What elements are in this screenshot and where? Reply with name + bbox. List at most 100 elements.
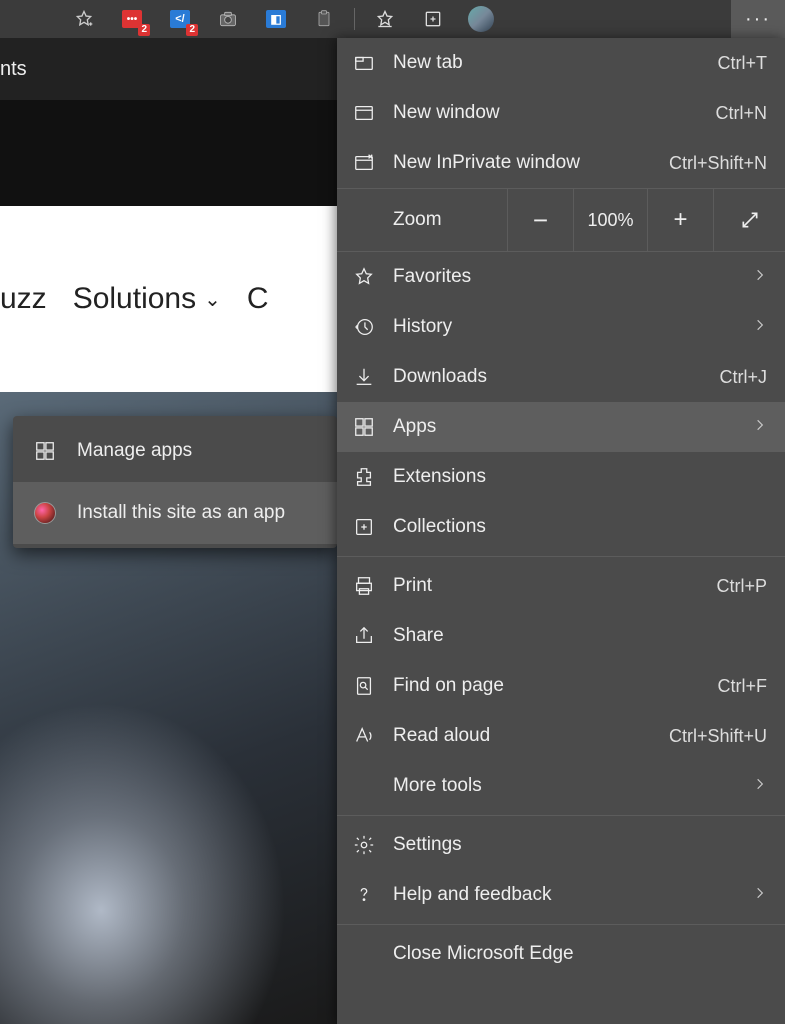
find-icon: [351, 673, 377, 699]
history-icon: [351, 314, 377, 340]
download-icon: [351, 364, 377, 390]
extension-panel-icon[interactable]: ◧: [252, 0, 300, 38]
star-icon: [351, 264, 377, 290]
menu-item-label: History: [393, 316, 753, 338]
menu-item-label: Settings: [393, 834, 767, 856]
menu-item-label: Extensions: [393, 466, 767, 488]
camera-icon[interactable]: [204, 0, 252, 38]
menu-item-label: Favorites: [393, 266, 753, 288]
history-item[interactable]: History: [337, 302, 785, 352]
apps-submenu: Manage apps Install this site as an app: [13, 416, 337, 548]
gear-icon: [351, 832, 377, 858]
menu-item-shortcut: Ctrl+Shift+N: [669, 153, 767, 174]
new-window-item[interactable]: New window Ctrl+N: [337, 88, 785, 138]
chevron-right-icon: [753, 416, 767, 438]
extension-code-icon[interactable]: </ 2: [156, 0, 204, 38]
settings-menu: New tab Ctrl+T New window Ctrl+N New InP…: [337, 38, 785, 1024]
apps-grid-icon: [31, 438, 59, 464]
menu-item-shortcut: Ctrl+F: [718, 676, 768, 697]
fullscreen-button[interactable]: [713, 189, 785, 251]
extensions-item[interactable]: Extensions: [337, 452, 785, 502]
menu-item-shortcut: Ctrl+Shift+U: [669, 726, 767, 747]
menu-item-label: Collections: [393, 516, 767, 538]
menu-item-label: Manage apps: [77, 440, 319, 462]
collections-icon[interactable]: [409, 0, 457, 38]
manage-apps-item[interactable]: Manage apps: [13, 420, 337, 482]
site-nav-bar: uzz Solutions ⌄ C: [0, 206, 337, 392]
downloads-item[interactable]: Downloads Ctrl+J: [337, 352, 785, 402]
zoom-in-button[interactable]: +: [647, 189, 713, 251]
page-header-text: nts: [0, 58, 27, 81]
menu-item-label: New tab: [393, 52, 718, 74]
share-item[interactable]: Share: [337, 611, 785, 661]
menu-item-label: New InPrivate window: [393, 152, 669, 174]
chevron-right-icon: [753, 775, 767, 797]
badge-count: 2: [138, 24, 150, 36]
favorites-item[interactable]: Favorites: [337, 252, 785, 302]
close-edge-item[interactable]: Close Microsoft Edge: [337, 929, 785, 979]
clipboard-icon[interactable]: [300, 0, 348, 38]
menu-item-shortcut: Ctrl+N: [715, 103, 767, 124]
zoom-value: 100%: [573, 189, 647, 251]
nav-item-uzz[interactable]: uzz: [0, 282, 47, 316]
menu-item-shortcut: Ctrl+P: [716, 576, 767, 597]
favorites-bar-icon[interactable]: [361, 0, 409, 38]
menu-item-label: More tools: [393, 775, 753, 797]
menu-item-label: Share: [393, 625, 767, 647]
menu-item-label: Print: [393, 575, 716, 597]
new-tab-icon: [351, 50, 377, 76]
toolbar-divider: [354, 8, 355, 30]
blank-icon: [351, 941, 377, 967]
site-favicon-icon: [31, 500, 59, 526]
menu-separator: [337, 815, 785, 816]
menu-separator: [337, 924, 785, 925]
favorite-star-icon[interactable]: [60, 0, 108, 38]
zoom-out-button[interactable]: −: [507, 189, 573, 251]
extension-lastpass-icon[interactable]: ••• 2: [108, 0, 156, 38]
share-icon: [351, 623, 377, 649]
menu-item-label: Close Microsoft Edge: [393, 943, 767, 965]
badge-count: 2: [186, 24, 198, 36]
install-site-app-item[interactable]: Install this site as an app: [13, 482, 337, 544]
menu-item-shortcut: Ctrl+J: [719, 367, 767, 388]
browser-toolbar: ••• 2 </ 2 ◧ ···: [0, 0, 785, 38]
new-inprivate-item[interactable]: New InPrivate window Ctrl+Shift+N: [337, 138, 785, 188]
help-icon: [351, 882, 377, 908]
collections-add-icon: [351, 514, 377, 540]
menu-separator: [337, 556, 785, 557]
read-aloud-icon: [351, 723, 377, 749]
zoom-label: Zoom: [337, 209, 507, 231]
blank-icon: [351, 773, 377, 799]
chevron-right-icon: [753, 316, 767, 338]
more-menu-button[interactable]: ···: [731, 0, 785, 38]
new-tab-item[interactable]: New tab Ctrl+T: [337, 38, 785, 88]
apps-icon: [351, 414, 377, 440]
zoom-row: Zoom − 100% +: [337, 188, 785, 252]
print-item[interactable]: Print Ctrl+P: [337, 561, 785, 611]
menu-item-label: Help and feedback: [393, 884, 753, 906]
nav-item-solutions[interactable]: Solutions ⌄: [73, 282, 221, 316]
menu-item-label: Read aloud: [393, 725, 669, 747]
menu-item-label: Downloads: [393, 366, 719, 388]
nav-item-c[interactable]: C: [247, 282, 269, 316]
profile-avatar[interactable]: [457, 0, 505, 38]
settings-item[interactable]: Settings: [337, 820, 785, 870]
menu-item-shortcut: Ctrl+T: [718, 53, 768, 74]
print-icon: [351, 573, 377, 599]
menu-item-label: Install this site as an app: [77, 502, 319, 524]
help-feedback-item[interactable]: Help and feedback: [337, 870, 785, 920]
menu-item-label: Apps: [393, 416, 753, 438]
read-aloud-item[interactable]: Read aloud Ctrl+Shift+U: [337, 711, 785, 761]
chevron-right-icon: [753, 884, 767, 906]
more-tools-item[interactable]: More tools: [337, 761, 785, 811]
menu-item-label: New window: [393, 102, 715, 124]
apps-item[interactable]: Apps: [337, 402, 785, 452]
inprivate-icon: [351, 150, 377, 176]
chevron-down-icon: ⌄: [204, 287, 221, 312]
page-header-strip: nts: [0, 38, 337, 100]
find-on-page-item[interactable]: Find on page Ctrl+F: [337, 661, 785, 711]
extensions-icon: [351, 464, 377, 490]
collections-item[interactable]: Collections: [337, 502, 785, 552]
menu-item-label: Find on page: [393, 675, 718, 697]
chevron-right-icon: [753, 266, 767, 288]
